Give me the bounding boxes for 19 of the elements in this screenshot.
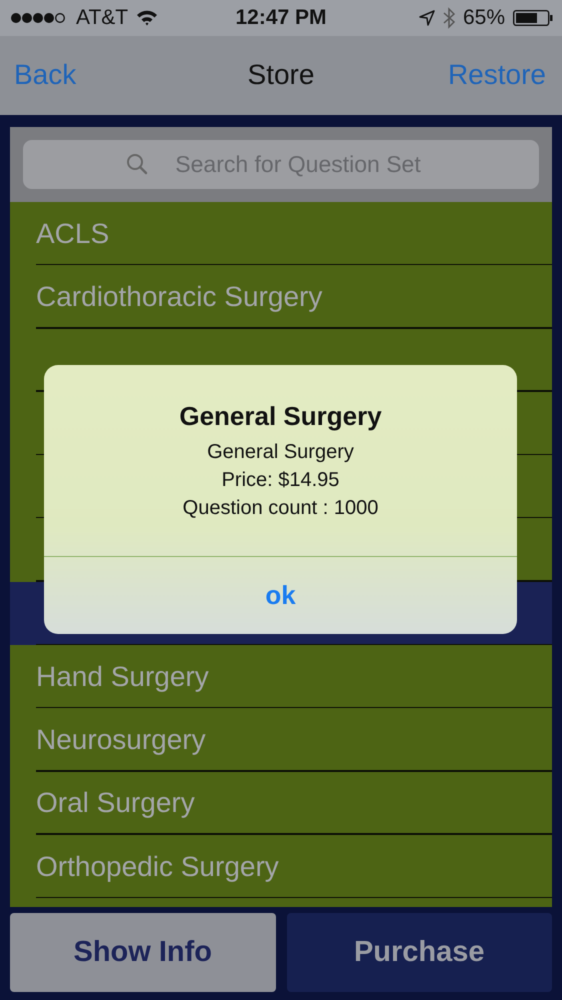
search-icon [125, 152, 149, 176]
battery-icon [513, 10, 553, 26]
bluetooth-icon [442, 7, 455, 29]
clock-time: 12:47 PM [235, 6, 327, 30]
carrier-name: AT&T [76, 6, 128, 30]
battery-percent: 65% [462, 6, 505, 30]
alert-title: General Surgery [179, 401, 382, 432]
location-arrow-icon [418, 10, 435, 26]
show-info-button[interactable]: Show Info [10, 913, 276, 992]
back-button[interactable]: Back [14, 58, 76, 90]
purchase-button[interactable]: Purchase [286, 913, 552, 992]
signal-icon [10, 12, 68, 24]
alert-message: Price: $14.95 [222, 468, 340, 493]
restore-button[interactable]: Restore [448, 58, 546, 90]
ok-button[interactable]: ok [44, 557, 517, 634]
alert-message: General Surgery [207, 440, 354, 465]
alert-message: Question count : 1000 [182, 496, 378, 521]
screen-title: Store [248, 58, 314, 90]
wifi-icon [136, 10, 158, 26]
